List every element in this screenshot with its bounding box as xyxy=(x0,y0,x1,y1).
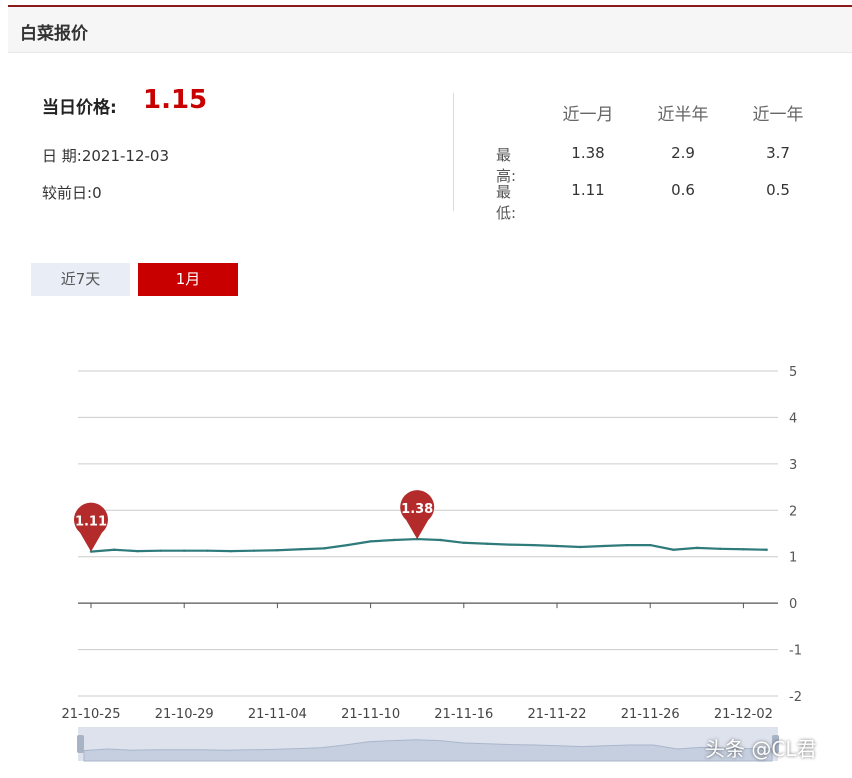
change-label: 较前日: xyxy=(42,184,93,202)
price-label: 当日价格: xyxy=(42,98,117,118)
data-point xyxy=(392,538,396,542)
data-point xyxy=(276,549,279,552)
date-row: 日 期:2021-12-03 xyxy=(42,145,169,166)
x-tick-label: 21-11-04 xyxy=(248,707,307,722)
stats-high-year: 3.7 xyxy=(766,144,790,162)
range-button-7days[interactable]: 近7天 xyxy=(31,263,130,296)
x-tick-label: 21-11-26 xyxy=(621,707,680,722)
marker-label: 1.38 xyxy=(401,502,433,517)
y-tick-label: -2 xyxy=(789,690,802,705)
data-point xyxy=(695,546,698,550)
change-row: 较前日:0 xyxy=(42,182,102,203)
stats-low-year: 0.5 xyxy=(766,181,790,199)
price-series-line xyxy=(90,537,767,553)
data-point xyxy=(206,549,209,552)
data-point xyxy=(439,538,442,542)
stats-row-high-label: 最高: xyxy=(496,146,517,185)
panel-title: 白菜报价 xyxy=(20,24,88,44)
data-point xyxy=(369,540,372,543)
data-point xyxy=(299,548,302,551)
price-line-chart: 5 4 3 2 1 0 -1 -2 21-10-25 21-10-29 21-11-04 21-11-… xyxy=(61,365,802,762)
data-point xyxy=(252,549,256,552)
y-tick-label: 3 xyxy=(789,458,797,473)
stats-col-month: 近一月 xyxy=(562,105,614,125)
data-point xyxy=(742,548,745,551)
stats-low-month: 1.11 xyxy=(571,181,605,199)
y-tick-label: 5 xyxy=(789,365,797,380)
data-point xyxy=(159,549,163,552)
data-point xyxy=(579,545,582,549)
data-point xyxy=(672,548,675,551)
stats-row-low-label: 最低: xyxy=(496,183,517,222)
data-point xyxy=(462,541,465,544)
data-point xyxy=(229,549,232,553)
data-point xyxy=(183,549,186,552)
data-point xyxy=(113,548,116,551)
data-point xyxy=(136,549,139,553)
data-point xyxy=(765,548,768,551)
stats-high-month: 1.38 xyxy=(571,144,605,162)
range-button-1month[interactable]: 1月 xyxy=(138,263,238,296)
y-tick-label: -1 xyxy=(789,644,802,659)
date-value: 2021-12-03 xyxy=(81,147,170,165)
data-point xyxy=(718,547,722,551)
x-tick-label: 21-11-10 xyxy=(341,707,400,722)
zoom-handle-left xyxy=(77,735,84,753)
change-value: 0 xyxy=(92,184,102,202)
stats-low-halfyear: 0.6 xyxy=(671,181,695,199)
watermark: 头条 @CL君 xyxy=(705,737,817,761)
data-point xyxy=(532,543,535,547)
data-point xyxy=(485,542,489,545)
x-tick-label: 21-11-22 xyxy=(527,707,586,722)
panel-header: 白菜报价 xyxy=(8,7,852,53)
data-point xyxy=(649,543,652,547)
y-tick-label: 0 xyxy=(789,597,797,612)
y-tick-label: 2 xyxy=(789,504,797,519)
data-point xyxy=(509,543,512,546)
data-point xyxy=(322,547,326,550)
x-tick-label: 21-11-16 xyxy=(434,707,493,722)
stats-col-year: 近一年 xyxy=(752,105,804,125)
y-tick-label: 4 xyxy=(789,411,797,426)
stats-high-halfyear: 2.9 xyxy=(671,144,695,162)
x-tick-label: 21-10-25 xyxy=(61,707,120,722)
date-label: 日 期: xyxy=(42,147,82,165)
data-point xyxy=(602,544,605,548)
data-point xyxy=(346,543,349,547)
data-point xyxy=(625,543,629,547)
x-tick-label: 21-12-02 xyxy=(714,707,773,722)
summary-divider xyxy=(453,93,454,211)
marker-label: 1.11 xyxy=(75,515,107,530)
x-tick-label: 21-10-29 xyxy=(155,707,214,722)
data-point xyxy=(555,544,559,548)
stats-col-halfyear: 近半年 xyxy=(657,105,709,125)
y-tick-label: 1 xyxy=(789,551,797,566)
price-value: 1.15 xyxy=(143,85,208,115)
